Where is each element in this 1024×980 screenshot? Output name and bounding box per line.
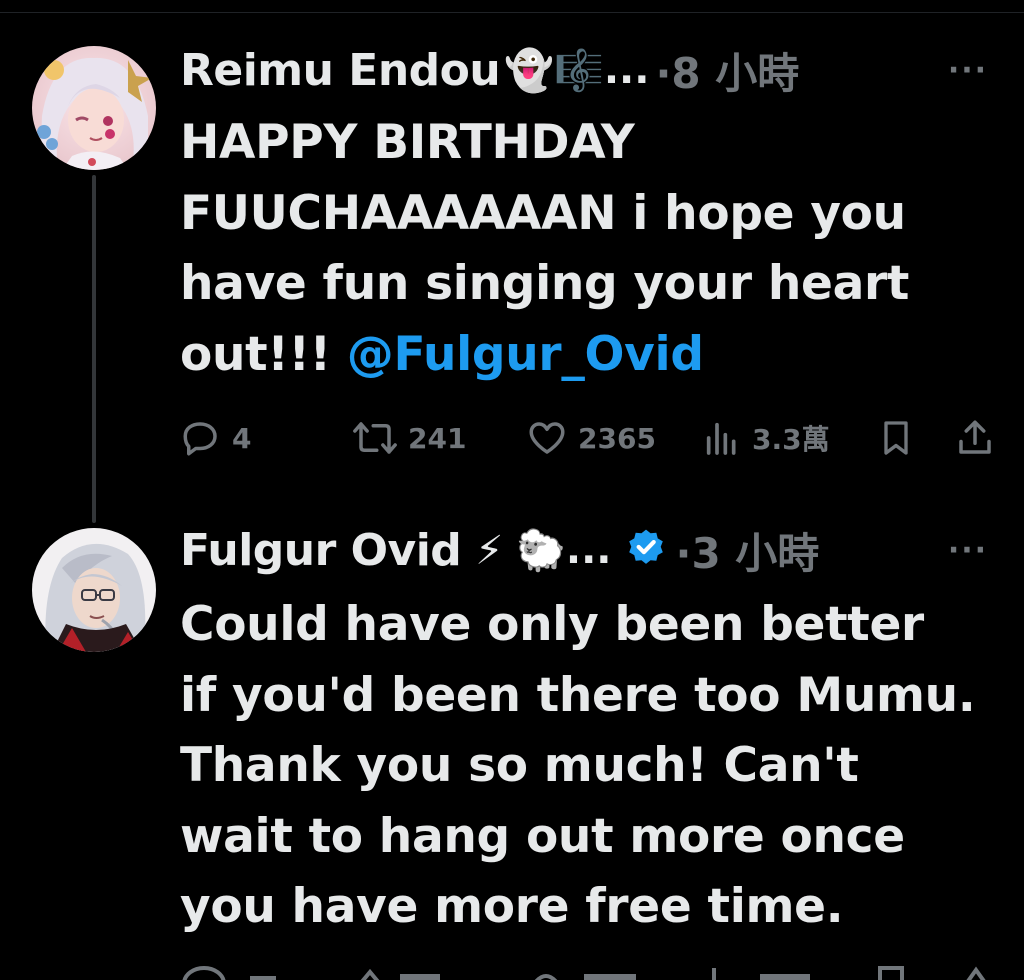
mention-link[interactable]: @Fulgur_Ovid — [347, 327, 704, 382]
tweet-line: if you'd been there too Mumu. — [180, 667, 976, 723]
action-bar-clipped — [180, 962, 1000, 980]
tweet-line: Could have only been better — [180, 597, 924, 652]
retweet-icon — [353, 422, 397, 454]
avatar[interactable] — [32, 46, 156, 170]
like-button[interactable]: 2365 — [526, 412, 656, 464]
thread-connector-line — [92, 175, 96, 523]
tweet-text: Could have only been better if you'd bee… — [180, 590, 1000, 943]
like-count: 2365 — [578, 421, 656, 455]
author-name[interactable]: Fulgur Ovid — [180, 525, 462, 576]
share-button[interactable] — [954, 412, 1006, 464]
tweet-line: wait to hang out more once — [180, 808, 905, 864]
avatar-fulgur-image — [32, 528, 156, 652]
bookmark-button[interactable] — [876, 412, 926, 464]
reply-count: 4 — [232, 421, 252, 455]
clipped-action-icons — [182, 965, 986, 980]
tweet-header: Fulgur Ovid ⚡ 🐑 ... ·3 小時 — [180, 520, 819, 580]
reply-icon — [183, 422, 217, 456]
top-divider — [0, 0, 1024, 13]
avatar[interactable] — [32, 528, 156, 652]
tweet-line: Thank you so much! Can't — [180, 738, 859, 793]
author-emojis: 👻🎼 — [504, 47, 604, 94]
reply-button[interactable]: 4 — [180, 412, 251, 464]
more-options-button[interactable]: ··· — [938, 530, 998, 570]
retweet-button[interactable]: 241 — [352, 412, 466, 464]
avatar-reimu-image — [32, 46, 156, 170]
views-icon — [706, 422, 736, 455]
verified-badge-icon — [625, 527, 667, 573]
name-ellipsis: ... — [603, 47, 650, 93]
retweet-count: 241 — [408, 421, 467, 455]
like-icon — [529, 422, 565, 454]
timestamp[interactable]: ·3 小時 — [675, 520, 819, 581]
timestamp[interactable]: ·8 小時 — [655, 40, 799, 101]
author-emojis: ⚡ 🐑 — [475, 527, 566, 574]
share-icon — [959, 420, 991, 454]
bookmark-icon — [884, 421, 908, 455]
action-bar: 4 241 2365 3.3萬 — [180, 412, 1000, 464]
tweet-header: Reimu Endou 👻🎼 ... ·8 小時 — [180, 40, 799, 100]
view-count: 3.3萬 — [752, 423, 830, 456]
tweet-line: you have more free time. — [180, 879, 844, 934]
author-name[interactable]: Reimu Endou — [180, 45, 501, 96]
views-button[interactable]: 3.3萬 — [702, 412, 830, 464]
tweet-text: HAPPY BIRTHDAY FUUCHAAAAAAN i hope you h… — [180, 108, 1000, 390]
name-ellipsis: ... — [565, 527, 612, 573]
more-options-button[interactable]: ··· — [938, 50, 998, 90]
